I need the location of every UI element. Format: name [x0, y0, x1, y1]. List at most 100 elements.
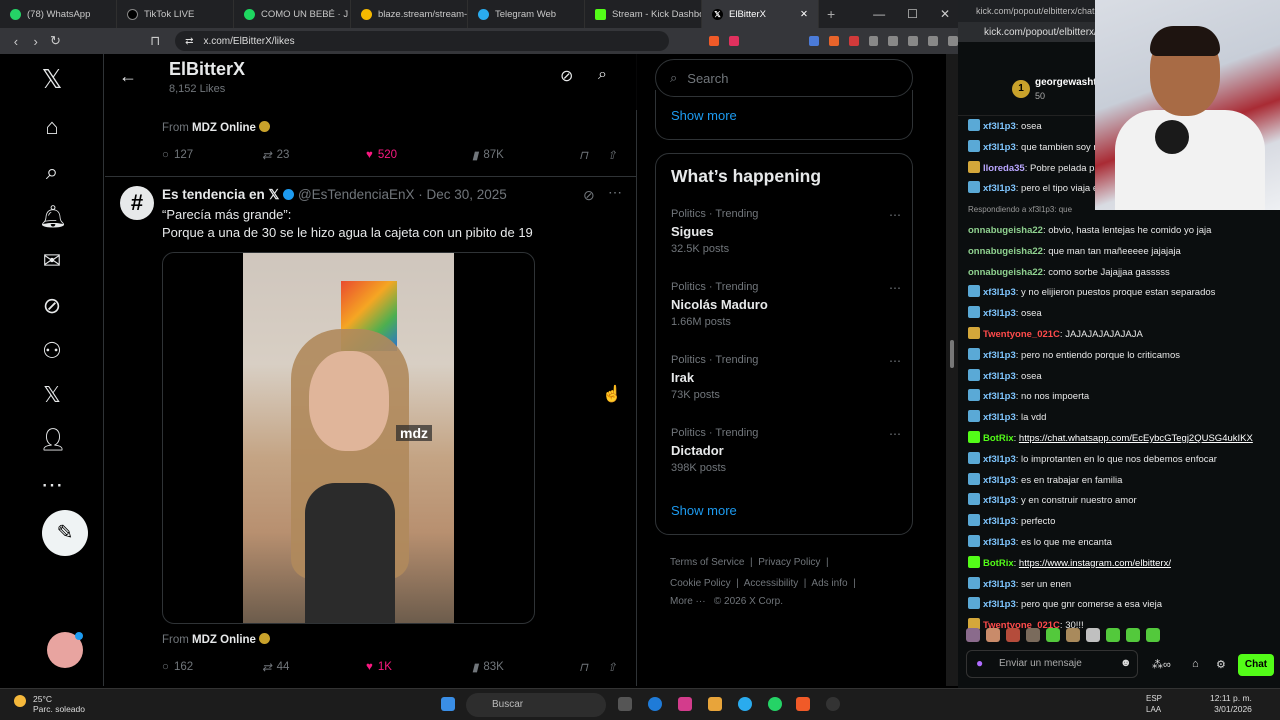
reload-icon[interactable]: ↻: [46, 33, 66, 49]
repost-button[interactable]: ⇄ 44: [262, 660, 366, 674]
source-link[interactable]: MDZ Online: [192, 122, 256, 134]
chat-username[interactable]: xf3l1p3: [983, 495, 1016, 506]
chat-username[interactable]: xf3l1p3: [983, 142, 1016, 153]
emote-icon[interactable]: [1126, 628, 1140, 642]
chat-username[interactable]: xf3l1p3: [983, 391, 1016, 402]
brave-icon[interactable]: [796, 697, 810, 711]
minimize-icon[interactable]: —: [873, 7, 885, 21]
trend-item[interactable]: Politics · Trending Dictador 398K posts …: [671, 427, 901, 474]
settings-icon[interactable]: ⚙: [1216, 658, 1226, 671]
scrollbar-thumb[interactable]: [950, 340, 954, 368]
menu-icon[interactable]: [948, 36, 958, 46]
chat-username[interactable]: xf3l1p3: [983, 516, 1016, 527]
more-link[interactable]: More ···: [670, 596, 706, 607]
chat-username[interactable]: xf3l1p3: [983, 287, 1016, 298]
bookmark-icon[interactable]: ⊓: [145, 33, 165, 49]
emoji-icon[interactable]: ☻: [1120, 657, 1132, 669]
reply-button[interactable]: ○ 127: [162, 149, 262, 161]
views-button[interactable]: ▮ 83K: [472, 660, 579, 674]
x-logo-icon[interactable]: 𝕏: [39, 66, 65, 92]
sidebar-icon[interactable]: [908, 36, 919, 46]
chat-username[interactable]: xf3l1p3: [983, 412, 1016, 423]
source-link[interactable]: MDZ Online: [192, 634, 256, 646]
emote-icon[interactable]: [1106, 628, 1120, 642]
close-window-icon[interactable]: ✕: [940, 7, 950, 21]
more-icon[interactable]: ⋯: [39, 472, 65, 498]
more-options-icon[interactable]: ⋯: [889, 208, 901, 222]
emote-icon[interactable]: [1146, 628, 1160, 642]
premium-x-icon[interactable]: 𝕏: [39, 382, 65, 408]
scrollbar[interactable]: [946, 54, 958, 686]
emote-icon[interactable]: [986, 628, 1000, 642]
trend-item[interactable]: Politics · Trending Sigues 32.5K posts ⋯: [671, 208, 901, 255]
tweet-video[interactable]: mdz: [162, 252, 535, 624]
chat-username[interactable]: BotRix: [983, 558, 1014, 569]
chat-username[interactable]: xf3l1p3: [983, 579, 1016, 590]
chat-username[interactable]: BotRix: [983, 433, 1014, 444]
chat-username[interactable]: onnabugeisha22: [968, 267, 1043, 278]
store-icon[interactable]: [678, 697, 692, 711]
bookmark-button[interactable]: ⊓: [579, 148, 607, 162]
account-avatar[interactable]: [47, 632, 83, 668]
whatsapp-icon[interactable]: [768, 697, 782, 711]
maximize-icon[interactable]: ☐: [907, 7, 918, 21]
privacy-link[interactable]: Privacy Policy: [758, 557, 820, 568]
search-icon[interactable]: ⌕: [39, 159, 65, 185]
chat-username[interactable]: xf3l1p3: [983, 599, 1016, 610]
chat-link[interactable]: https://chat.whatsapp.com/EcEybcGTegj2QU…: [1019, 433, 1253, 444]
search-icon[interactable]: ⌕: [598, 66, 607, 84]
communities-icon[interactable]: ⚇: [39, 338, 65, 364]
brave-shield-icon[interactable]: [709, 36, 720, 46]
messages-icon[interactable]: ✉: [39, 248, 65, 274]
grok-icon[interactable]: ⊘: [583, 187, 595, 204]
chat-username[interactable]: xf3l1p3: [983, 454, 1016, 465]
back-arrow-icon[interactable]: ←: [119, 66, 137, 87]
chat-username[interactable]: xf3l1p3: [983, 350, 1016, 361]
tab-spotify[interactable]: COMO UN BEBÉ · J: [234, 0, 351, 28]
store-icon[interactable]: ⌂: [1192, 658, 1199, 670]
more-options-icon[interactable]: ⋯: [608, 184, 622, 201]
like-button[interactable]: ♥ 520: [366, 149, 472, 161]
rewards-icon[interactable]: [729, 36, 739, 46]
like-button[interactable]: ♥ 1K: [366, 661, 472, 673]
more-options-icon[interactable]: ⋯: [889, 354, 901, 368]
extension-icon[interactable]: [848, 36, 859, 46]
more-options-icon[interactable]: ⋯: [889, 281, 901, 295]
close-tab-icon[interactable]: ✕: [800, 9, 808, 20]
microphone-icon[interactable]: ●: [976, 656, 983, 670]
obs-icon[interactable]: [826, 697, 840, 711]
share-button[interactable]: ⇧: [607, 148, 617, 162]
tab-blaze[interactable]: blaze.stream/stream-se: [351, 0, 468, 28]
grok-icon[interactable]: ⊘: [560, 66, 573, 86]
app-icon[interactable]: [708, 697, 722, 711]
tab-whatsapp[interactable]: (78) WhatsApp: [0, 0, 117, 28]
chat-username[interactable]: xf3l1p3: [983, 371, 1016, 382]
windows-start-icon[interactable]: [441, 697, 455, 711]
chat-username[interactable]: xf3l1p3: [983, 537, 1016, 548]
media-icon[interactable]: [888, 36, 899, 46]
chat-username[interactable]: Twentyone_021C: [983, 329, 1060, 340]
chat-username[interactable]: lloreda35: [983, 163, 1025, 174]
clock[interactable]: 12:11 p. m. 3/01/2026: [1210, 693, 1252, 715]
bookmark-button[interactable]: ⊓: [579, 660, 607, 674]
chat-link[interactable]: https://www.instagram.com/elbitterx/: [1019, 558, 1171, 569]
tab-kick-dashboard[interactable]: Stream - Kick Dashboa: [585, 0, 702, 28]
send-chat-button[interactable]: Chat: [1238, 654, 1274, 676]
taskbar-search[interactable]: Buscar: [466, 693, 606, 717]
ads-link[interactable]: Ads info: [811, 578, 847, 589]
chat-username[interactable]: onnabugeisha22: [968, 225, 1043, 236]
show-more-link[interactable]: Show more: [671, 108, 737, 123]
community-icon[interactable]: ⁂∞: [1152, 658, 1171, 671]
edge-icon[interactable]: [648, 697, 662, 711]
compose-post-button[interactable]: ✎: [42, 510, 88, 556]
profile-icon[interactable]: 👤︎: [39, 427, 67, 453]
hashtag-avatar[interactable]: #: [120, 186, 154, 220]
cookie-link[interactable]: Cookie Policy: [670, 578, 731, 589]
chat-username[interactable]: xf3l1p3: [983, 183, 1016, 194]
chat-username[interactable]: onnabugeisha22: [968, 246, 1043, 257]
tab-tiktok[interactable]: TikTok LIVE: [117, 0, 234, 28]
weather-widget[interactable]: 25°C Parc. soleado: [33, 694, 85, 714]
trend-item[interactable]: Politics · Trending Nicolás Maduro 1.66M…: [671, 281, 901, 328]
wallet-icon[interactable]: [928, 36, 939, 46]
terms-link[interactable]: Terms of Service: [670, 557, 744, 568]
